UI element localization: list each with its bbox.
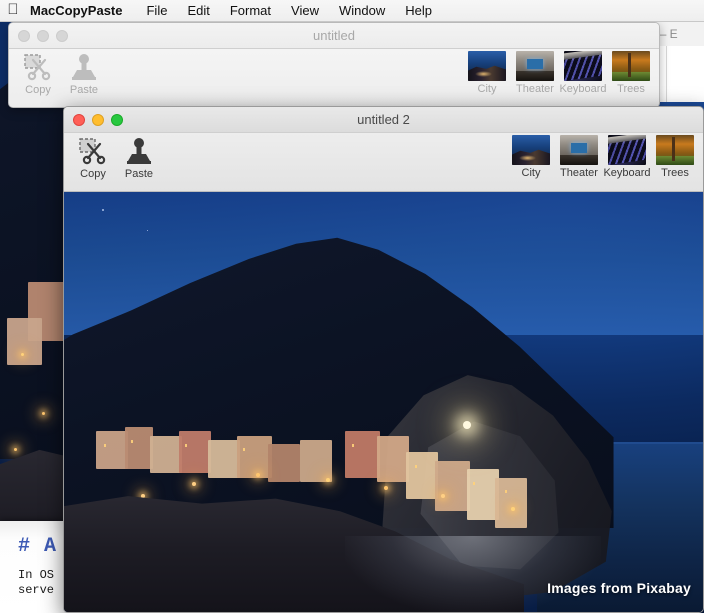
photo-building [236,435,272,478]
photo-building [150,435,183,474]
front-window-titlebar[interactable]: untitled 2 [64,107,703,133]
back-window-thumbnails: City Theater Keyboard Trees [463,51,655,95]
back-paste-label: Paste [69,84,99,96]
trees-thumbnail [656,135,694,165]
photo-building [124,427,154,470]
front-thumb-label-keyboard: Keyboard [603,167,651,179]
city-thumbnail [468,51,506,81]
menu-item-help[interactable]: Help [395,0,442,22]
back-thumbnail-trees[interactable]: Trees [607,51,655,95]
photo-window-light [351,444,354,447]
menu-item-edit[interactable]: Edit [177,0,219,22]
photo-street-lamp [383,486,388,490]
photo-bright-lamp [463,420,472,429]
front-window-title: untitled 2 [357,112,410,127]
front-window-thumbnails: City Theater Keyboard Trees [507,135,699,179]
menu-bar:  MacCopyPaste File Edit Format View Win… [0,0,704,22]
paste-stamp-icon [124,135,154,167]
front-thumbnail-city[interactable]: City [507,135,555,179]
back-window-toolbar: Copy Paste City Theater Keyboard Trees [9,49,659,107]
photo-building [495,477,528,528]
back-window-titlebar[interactable]: untitled [9,23,659,49]
screen:  MacCopyPaste File Edit Format View Win… [0,0,704,613]
trees-thumbnail [612,51,650,81]
front-copy-label: Copy [80,168,106,180]
keyboard-thumbnail [608,135,646,165]
front-thumbnail-theater[interactable]: Theater [555,135,603,179]
front-paste-label: Paste [124,168,154,180]
editor-pane-preview[interactable] [665,46,704,102]
back-thumb-label-keyboard: Keyboard [559,83,607,95]
front-window-canvas[interactable]: Images from Pixabay [64,192,703,612]
theater-thumbnail [560,135,598,165]
photo-street-lamp [191,481,196,486]
menu-item-view[interactable]: View [281,0,329,22]
menu-app-name[interactable]: MacCopyPaste [26,0,136,22]
photo-building [466,469,499,520]
photo-watermark: Images from Pixabay [547,580,691,596]
wallpaper-building [7,317,43,365]
theater-thumbnail [516,51,554,81]
photo-window-light [131,439,134,443]
paste-stamp-icon [69,51,99,83]
menu-item-format[interactable]: Format [220,0,281,22]
front-window-toolbar: Copy Paste City Theater Keyboard Trees [64,133,703,192]
front-thumb-label-theater: Theater [560,167,598,179]
photo-building [377,435,410,482]
wallpaper-lamp [42,412,46,416]
photo-building [268,444,301,482]
front-thumb-label-city: City [521,167,541,179]
back-thumbnail-theater[interactable]: Theater [511,51,559,95]
back-copy-label: Copy [25,84,51,96]
photo-window-light [185,444,188,447]
photo-window-light [504,490,507,494]
back-thumb-label-city: City [477,83,497,95]
back-thumbnail-keyboard[interactable]: Keyboard [559,51,607,95]
apple-logo-icon[interactable]:  [0,2,26,19]
back-window-title: untitled [313,28,355,43]
photo-building [434,460,470,512]
wallpaper-lamp [14,447,18,451]
back-copy-button[interactable]: Copy [15,51,61,96]
back-thumb-label-trees: Trees [617,83,645,95]
photo-building [405,452,438,499]
front-paste-button[interactable]: Paste [116,135,162,180]
copy-scissors-icon [23,51,53,83]
window-untitled[interactable]: untitled Copy Paste City Theater Keyboar… [8,22,660,108]
copy-scissors-icon [78,135,108,167]
front-thumbnail-keyboard[interactable]: Keyboard [603,135,651,179]
window-untitled-2[interactable]: untitled 2 Copy Paste City Theater Keybo… [63,106,704,613]
photo-window-light [472,481,475,485]
photo-building [207,439,240,478]
front-copy-button[interactable]: Copy [70,135,116,180]
front-thumbnail-trees[interactable]: Trees [651,135,699,179]
photo-building [95,431,128,470]
photo-building [345,431,381,478]
photo-street-lamp [325,477,330,482]
photo-building [300,439,333,482]
front-thumb-label-trees: Trees [661,167,689,179]
photo-window-light [242,448,245,452]
back-thumbnail-city[interactable]: City [463,51,511,95]
keyboard-thumbnail [564,51,602,81]
photo-water-reflection [345,536,601,612]
menu-item-window[interactable]: Window [329,0,395,22]
city-thumbnail [512,135,550,165]
photo-window-light [415,465,418,468]
photo-building [179,431,211,474]
menu-item-file[interactable]: File [136,0,177,22]
photo-window-light [103,444,106,447]
back-thumb-label-theater: Theater [516,83,554,95]
back-paste-button[interactable]: Paste [61,51,107,96]
